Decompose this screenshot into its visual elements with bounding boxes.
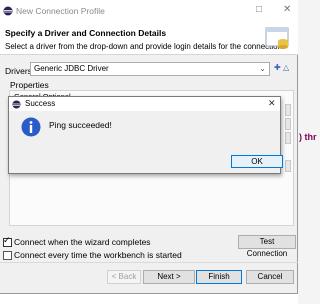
add-driver-icon[interactable]: ✚ (274, 63, 281, 72)
driver-select[interactable]: Generic JDBC Driver ⌄ (30, 62, 270, 76)
wizard-description: Select a driver from the drop-down and p… (5, 42, 285, 51)
field-input[interactable] (285, 132, 291, 144)
back-button[interactable]: < Back (107, 270, 141, 284)
next-button[interactable]: Next > (143, 270, 195, 284)
ide-background (298, 0, 320, 304)
checkmark-icon: ✓ (3, 235, 11, 245)
properties-label: Properties (10, 80, 49, 90)
success-dialog: Success ✕ Ping succeeded! OK (8, 96, 283, 174)
cancel-button[interactable]: Cancel (246, 270, 294, 284)
ok-button[interactable]: OK (231, 155, 283, 168)
maximize-button[interactable]: □ (256, 4, 262, 15)
wizard-heading: Specify a Driver and Connection Details (5, 28, 167, 38)
driver-toolbar: ✚ △ (274, 63, 289, 72)
edit-driver-icon[interactable]: △ (283, 63, 289, 72)
field-input[interactable] (285, 118, 291, 130)
close-button[interactable]: ✕ (283, 4, 291, 15)
chevron-down-icon: ⌄ (259, 64, 266, 73)
dialog-close-button[interactable]: ✕ (268, 98, 276, 109)
field-input[interactable] (285, 104, 291, 116)
eclipse-icon (3, 6, 13, 16)
dialog-message: Ping succeeded! (49, 120, 112, 130)
ide-code-fragment: ) thr (299, 132, 317, 142)
driver-select-value: Generic JDBC Driver (34, 64, 109, 73)
test-connection-button[interactable]: Test Connection (238, 235, 296, 258)
dialog-title: Success (25, 99, 56, 108)
eclipse-icon (12, 100, 21, 109)
field-input[interactable] (285, 160, 291, 172)
wizard-title: New Connection Profile (16, 6, 105, 16)
finish-button[interactable]: Finish (196, 270, 242, 284)
connect-on-startup-label[interactable]: Connect every time the workbench is star… (14, 250, 182, 260)
connect-on-startup-checkbox[interactable] (3, 251, 12, 260)
connect-on-finish-label[interactable]: Connect when the wizard completes (14, 237, 151, 247)
button-bar-separator (0, 262, 298, 263)
info-icon (21, 117, 41, 137)
database-banner-icon (265, 27, 289, 49)
